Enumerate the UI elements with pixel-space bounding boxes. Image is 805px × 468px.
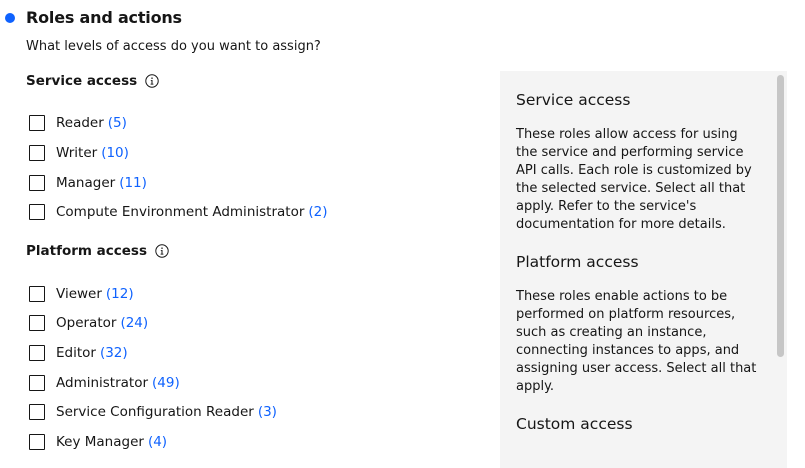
section-title: Roles and actions bbox=[26, 8, 182, 27]
help-text-line: performed on platform resources, bbox=[516, 307, 736, 322]
role-label: Reader bbox=[56, 115, 104, 131]
service-access-title: Service access bbox=[26, 72, 159, 90]
checkbox[interactable] bbox=[29, 115, 45, 131]
help-text-line: apply. bbox=[516, 379, 555, 394]
help-text-line: the selected service. Select all that bbox=[516, 181, 746, 196]
help-text-line: These roles enable actions to be bbox=[516, 289, 728, 304]
help-panel-scrollbar[interactable] bbox=[775, 73, 785, 468]
help-text-line: apply. Refer to the service's bbox=[516, 199, 697, 214]
role-checkbox-compute-environment-administrator[interactable]: Compute Environment Administrator (2) bbox=[29, 203, 328, 221]
role-label: Editor bbox=[56, 345, 96, 361]
checkbox[interactable] bbox=[29, 345, 45, 361]
step-indicator-dot bbox=[5, 13, 15, 23]
checkbox[interactable] bbox=[29, 175, 45, 191]
help-platform-heading: Platform access bbox=[516, 253, 639, 271]
help-text-line: These roles allow access for using bbox=[516, 127, 738, 142]
checkbox[interactable] bbox=[29, 286, 45, 302]
role-checkbox-key-manager[interactable]: Key Manager (4) bbox=[29, 433, 167, 451]
role-action-count-link[interactable]: (4) bbox=[148, 433, 167, 451]
role-label: Writer bbox=[56, 145, 98, 161]
platform-access-label: Platform access bbox=[26, 243, 147, 259]
role-checkbox-editor[interactable]: Editor (32) bbox=[29, 344, 128, 362]
role-label: Key Manager bbox=[56, 434, 144, 450]
role-checkbox-administrator[interactable]: Administrator (49) bbox=[29, 374, 180, 392]
role-action-count-link[interactable]: (3) bbox=[258, 403, 277, 421]
help-custom-heading: Custom access bbox=[516, 415, 633, 433]
role-label: Compute Environment Administrator bbox=[56, 204, 305, 220]
help-text-line: the service and performing service bbox=[516, 145, 744, 160]
scrollbar-thumb[interactable] bbox=[777, 75, 784, 357]
role-label: Operator bbox=[56, 315, 117, 331]
role-checkbox-viewer[interactable]: Viewer (12) bbox=[29, 285, 134, 303]
checkbox[interactable] bbox=[29, 315, 45, 331]
role-label: Administrator bbox=[56, 375, 149, 391]
role-label: Viewer bbox=[56, 286, 102, 302]
role-action-count-link[interactable]: (2) bbox=[308, 203, 327, 221]
section-subtitle: What levels of access do you want to ass… bbox=[26, 39, 321, 54]
help-text-line: documentation for more details. bbox=[516, 217, 726, 232]
role-checkbox-manager[interactable]: Manager (11) bbox=[29, 174, 147, 192]
role-checkbox-operator[interactable]: Operator (24) bbox=[29, 314, 148, 332]
role-action-count-link[interactable]: (10) bbox=[101, 144, 129, 162]
help-text-line: such as creating an instance, bbox=[516, 325, 707, 340]
checkbox[interactable] bbox=[29, 434, 45, 450]
role-action-count-link[interactable]: (32) bbox=[100, 344, 128, 362]
role-action-count-link[interactable]: (49) bbox=[152, 374, 180, 392]
role-label: Manager bbox=[56, 175, 116, 191]
help-text-line: assigning user access. Select all that bbox=[516, 361, 757, 376]
help-platform-description: These roles enable actions to be perform… bbox=[516, 288, 766, 396]
role-action-count-link[interactable]: (24) bbox=[120, 314, 148, 332]
role-action-count-link[interactable]: (12) bbox=[106, 285, 134, 303]
checkbox[interactable] bbox=[29, 404, 45, 420]
role-checkbox-service-configuration-reader[interactable]: Service Configuration Reader (3) bbox=[29, 403, 277, 421]
role-checkbox-reader[interactable]: Reader (5) bbox=[29, 114, 127, 132]
checkbox[interactable] bbox=[29, 145, 45, 161]
access-help-panel: Service access These roles allow access … bbox=[500, 71, 787, 468]
help-service-heading: Service access bbox=[516, 91, 631, 109]
role-action-count-link[interactable]: (5) bbox=[108, 114, 127, 132]
role-label: Service Configuration Reader bbox=[56, 404, 254, 420]
info-icon[interactable] bbox=[155, 244, 169, 258]
help-service-description: These roles allow access for using the s… bbox=[516, 126, 766, 234]
role-checkbox-writer[interactable]: Writer (10) bbox=[29, 144, 129, 162]
help-text-line: connecting instances to apps, and bbox=[516, 343, 740, 358]
info-icon[interactable] bbox=[145, 74, 159, 88]
service-access-label: Service access bbox=[26, 73, 138, 89]
checkbox[interactable] bbox=[29, 375, 45, 391]
role-action-count-link[interactable]: (11) bbox=[119, 174, 147, 192]
checkbox[interactable] bbox=[29, 204, 45, 220]
platform-access-title: Platform access bbox=[26, 242, 169, 260]
help-text-line: API calls. Each role is customized by bbox=[516, 163, 752, 178]
